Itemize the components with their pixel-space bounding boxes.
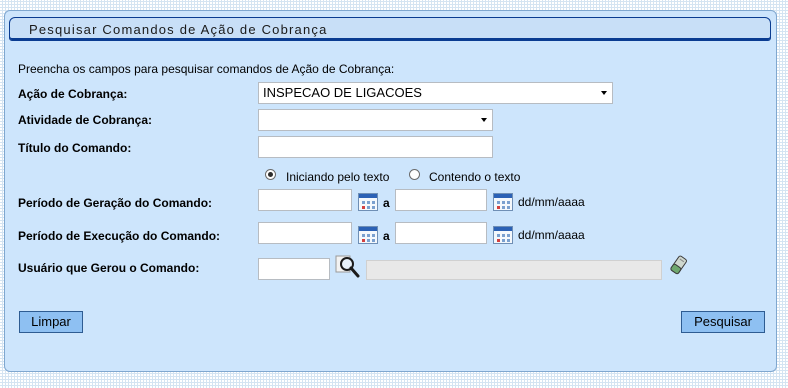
acao-label: Ação de Cobrança: <box>18 87 128 101</box>
titulo-input[interactable] <box>258 136 493 158</box>
limpar-button[interactable]: Limpar <box>19 311 83 333</box>
instructions-text: Preencha os campos para pesquisar comand… <box>18 62 395 76</box>
usuario-label: Usuário que Gerou o Comando: <box>18 261 200 275</box>
calendar-icon[interactable] <box>358 193 378 211</box>
date-format-hint: dd/mm/aaaa <box>518 228 585 242</box>
atividade-label: Atividade de Cobrança: <box>18 113 153 127</box>
radio-contendo-label: Contendo o texto <box>429 170 521 184</box>
calendar-icon[interactable] <box>493 193 513 211</box>
geracao-fim-input[interactable] <box>395 189 487 211</box>
date-format-hint: dd/mm/aaaa <box>518 195 585 209</box>
acao-select[interactable]: INSPECAO DE LIGACOES <box>258 82 613 104</box>
periodo-geracao-label: Período de Geração do Comando: <box>18 196 213 210</box>
usuario-nome-display <box>366 260 662 280</box>
title-bar: Pesquisar Comandos de Ação de Cobrança <box>9 17 771 41</box>
execucao-inicio-input[interactable] <box>258 222 352 244</box>
titulo-label: Título do Comando: <box>18 141 132 155</box>
acao-selected-value: INSPECAO DE LIGACOES <box>263 85 422 100</box>
calendar-icon[interactable] <box>358 226 378 244</box>
periodo-execucao-label: Período de Execução do Comando: <box>18 229 221 243</box>
separator-a: a <box>383 196 390 210</box>
execucao-fim-input[interactable] <box>395 222 487 244</box>
eraser-icon[interactable] <box>668 254 688 276</box>
page-title: Pesquisar Comandos de Ação de Cobrança <box>29 22 328 37</box>
separator-a: a <box>383 229 390 243</box>
radio-contendo[interactable] <box>409 169 420 180</box>
calendar-icon[interactable] <box>493 226 513 244</box>
usuario-codigo-input[interactable] <box>258 258 330 280</box>
geracao-inicio-input[interactable] <box>258 189 352 211</box>
magnifier-icon[interactable] <box>335 255 361 279</box>
atividade-select[interactable] <box>258 109 493 131</box>
chevron-down-icon <box>601 91 607 95</box>
pesquisar-button[interactable]: Pesquisar <box>681 311 765 333</box>
radio-iniciando[interactable] <box>265 169 276 180</box>
radio-iniciando-label: Iniciando pelo texto <box>286 170 390 184</box>
chevron-down-icon <box>481 118 487 122</box>
